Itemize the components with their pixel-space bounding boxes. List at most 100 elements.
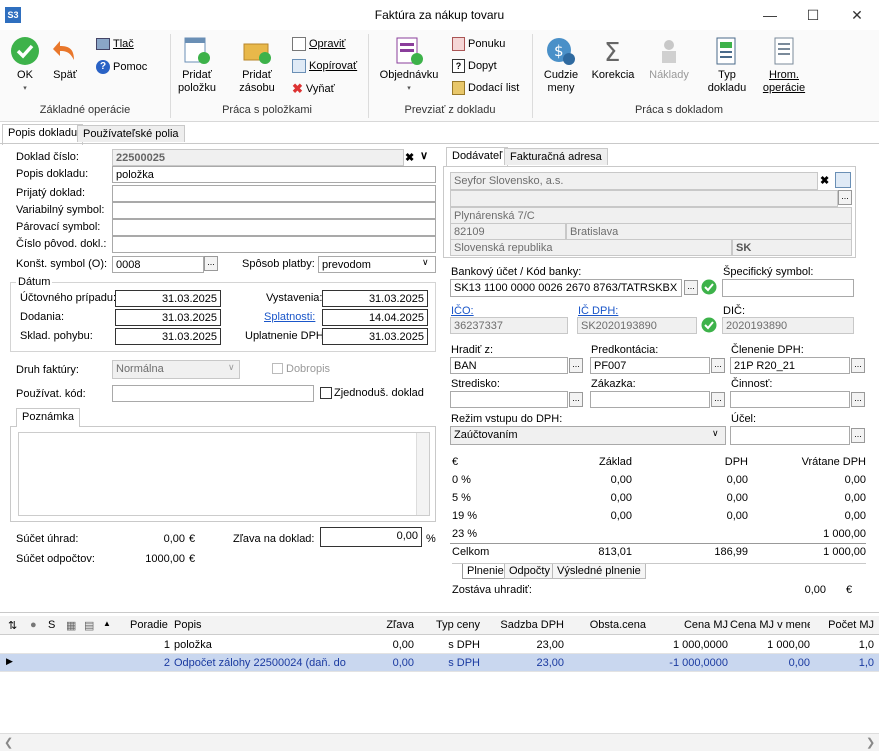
simplified-doc-checkbox[interactable]	[320, 387, 332, 399]
table-row[interactable]: 1 položka 0,00 s DPH 23,00 1 000,0000 1 000,00…	[0, 636, 879, 654]
dic-field[interactable]: 2020193890	[722, 317, 854, 334]
predkont-field[interactable]: PF007	[590, 357, 710, 374]
orig-doc-no-field[interactable]	[112, 236, 436, 253]
supplier-street-field[interactable]: Plynárenská 7/C	[450, 207, 852, 224]
subtab-result[interactable]: Výsledné plnenie	[552, 564, 646, 579]
ico-field[interactable]: 36237337	[450, 317, 568, 334]
tree-icon[interactable]: ▤	[84, 619, 94, 632]
doc-desc-field[interactable]: položka	[112, 166, 436, 183]
supplier-zip-field[interactable]: 82109	[450, 223, 566, 240]
grid-col-vat-rate[interactable]: Sadzba DPH	[490, 619, 564, 631]
purpose-field[interactable]	[730, 426, 850, 445]
contract-field[interactable]	[590, 391, 710, 408]
table-row[interactable]: ▶ 2 Odpočet zálohy 22500024 (daň. dokl. 0,0…	[0, 654, 879, 672]
order-button[interactable]: Objednávku ▾	[376, 36, 442, 95]
stock-move-date-field[interactable]: 31.03.2025	[115, 328, 221, 345]
var-symbol-field[interactable]	[112, 202, 436, 219]
tab-billing-address[interactable]: Fakturačná adresa	[504, 148, 608, 165]
grid-col-discount[interactable]: Zľava	[350, 619, 414, 631]
supplier-line2-field[interactable]	[450, 190, 838, 207]
grid-col-unit-price[interactable]: Cena MJ	[650, 619, 728, 631]
payment-method-select[interactable]: prevodom	[318, 256, 436, 273]
credit-note-checkbox[interactable]	[272, 363, 283, 374]
specific-symbol-field[interactable]	[722, 279, 854, 297]
centre-field[interactable]	[450, 391, 568, 408]
icdph-field[interactable]: SK2020193890	[577, 317, 697, 334]
activity-field[interactable]	[730, 391, 850, 408]
scroll-left-icon[interactable]: ❮	[4, 736, 13, 749]
pay-from-browse[interactable]: ...	[569, 358, 583, 373]
calculator-icon[interactable]: ▦	[66, 619, 76, 632]
minimize-button[interactable]: —	[755, 4, 785, 26]
scroll-right-icon[interactable]: ❯	[866, 736, 875, 749]
foreign-currency-button[interactable]: $ Cudzie meny	[538, 36, 584, 95]
sort-icon[interactable]: ⇅	[8, 619, 17, 632]
add-item-button[interactable]: Pridať položku	[172, 36, 222, 95]
copy-button[interactable]: Kopírovať	[292, 59, 357, 73]
doc-discount-field[interactable]: 0,00	[320, 527, 422, 547]
help-button[interactable]: ? Pomoc	[96, 60, 147, 74]
const-symbol-field[interactable]: 0008	[112, 256, 204, 273]
issue-date-field[interactable]: 31.03.2025	[322, 290, 428, 307]
doc-type-button[interactable]: Typ dokladu	[704, 36, 750, 95]
chevron-down-icon[interactable]: ∨	[422, 257, 429, 268]
const-symbol-browse[interactable]: ...	[204, 256, 218, 271]
horizontal-scrollbar[interactable]: ❮ ❯	[0, 733, 879, 751]
back-button[interactable]: Späť	[50, 36, 80, 82]
add-stock-button[interactable]: Pridať zásobu	[232, 36, 282, 95]
supplier-country-code[interactable]: SK	[732, 239, 852, 256]
clear-x-icon[interactable]: ✖	[405, 151, 414, 164]
acc-date-field[interactable]: 31.03.2025	[115, 290, 221, 307]
tab-supplier[interactable]: Dodávateľ	[446, 147, 509, 167]
subtab-deductions[interactable]: Odpočty	[504, 564, 555, 579]
tab-user-fields[interactable]: Používateľské polia	[77, 125, 185, 142]
chevron-down-icon[interactable]: ∨	[228, 362, 235, 373]
predkont-browse[interactable]: ...	[711, 358, 725, 373]
address-card-icon[interactable]	[835, 172, 851, 188]
supplier-city-field[interactable]: Bratislava	[566, 223, 852, 240]
grid-col-unit-price-cur[interactable]: Cena MJ v mene	[730, 619, 810, 631]
vat-regime-select[interactable]: Zaúčtovaním	[450, 426, 726, 445]
grid-col-order[interactable]: Poradie	[130, 619, 168, 631]
maximize-button[interactable]: ☐	[798, 4, 828, 26]
due-date-field[interactable]: 14.04.2025	[322, 309, 428, 326]
grid-col-price-type[interactable]: Typ ceny	[420, 619, 480, 631]
subtab-fulfilment[interactable]: Plnenie	[462, 564, 509, 579]
print-button[interactable]: Tlač	[96, 38, 134, 50]
grid-col-s[interactable]: S	[48, 619, 55, 631]
contract-browse[interactable]: ...	[711, 392, 725, 407]
doc-no-field[interactable]: 22500025	[112, 149, 404, 166]
pay-from-field[interactable]: BAN	[450, 357, 568, 374]
ico-link[interactable]: IČO:	[451, 305, 474, 317]
user-code-field[interactable]	[112, 385, 314, 402]
activity-browse[interactable]: ...	[851, 392, 865, 407]
delivery-note-button[interactable]: Dodací list	[452, 81, 519, 95]
sort-asc-icon[interactable]: ▲	[103, 619, 111, 628]
centre-browse[interactable]: ...	[569, 392, 583, 407]
supplier-country-field[interactable]: Slovenská republika	[450, 239, 732, 256]
bank-account-browse[interactable]: ...	[684, 280, 698, 295]
vat-date-field[interactable]: 31.03.2025	[322, 328, 428, 345]
correction-button[interactable]: Σ Korekcia	[590, 36, 636, 82]
close-button[interactable]: ✕	[842, 4, 872, 26]
query-button[interactable]: ? Dopyt	[452, 59, 497, 73]
ok-button[interactable]: OK ▾	[6, 36, 44, 95]
grid-col-desc[interactable]: Popis	[174, 619, 202, 631]
clear-x-icon[interactable]: ✖	[820, 174, 829, 187]
note-textarea[interactable]	[18, 432, 430, 516]
offer-button[interactable]: Ponuku	[452, 37, 505, 51]
bank-account-field[interactable]: SK13 1100 0000 0026 2670 8763/TATRSKBX	[450, 279, 682, 297]
delivery-date-field[interactable]: 31.03.2025	[115, 309, 221, 326]
due-date-link[interactable]: Splatnosti:	[264, 311, 315, 323]
received-doc-field[interactable]	[112, 185, 436, 202]
grid-col-purchase[interactable]: Obsta.cena	[570, 619, 646, 631]
supplier-company-field[interactable]: Seyfor Slovensko, a.s.	[450, 172, 818, 190]
mass-operations-button[interactable]: Hrom. operácie	[756, 36, 812, 95]
vat-breakdown-field[interactable]: 21P R20_21	[730, 357, 850, 374]
pair-symbol-field[interactable]	[112, 219, 436, 236]
vat-breakdown-browse[interactable]: ...	[851, 358, 865, 373]
remove-button[interactable]: ✖ Vyňať	[292, 81, 335, 97]
attachment-icon[interactable]: ●	[30, 619, 37, 631]
purpose-browse[interactable]: ...	[851, 428, 865, 443]
icdph-link[interactable]: IČ DPH:	[578, 305, 618, 317]
